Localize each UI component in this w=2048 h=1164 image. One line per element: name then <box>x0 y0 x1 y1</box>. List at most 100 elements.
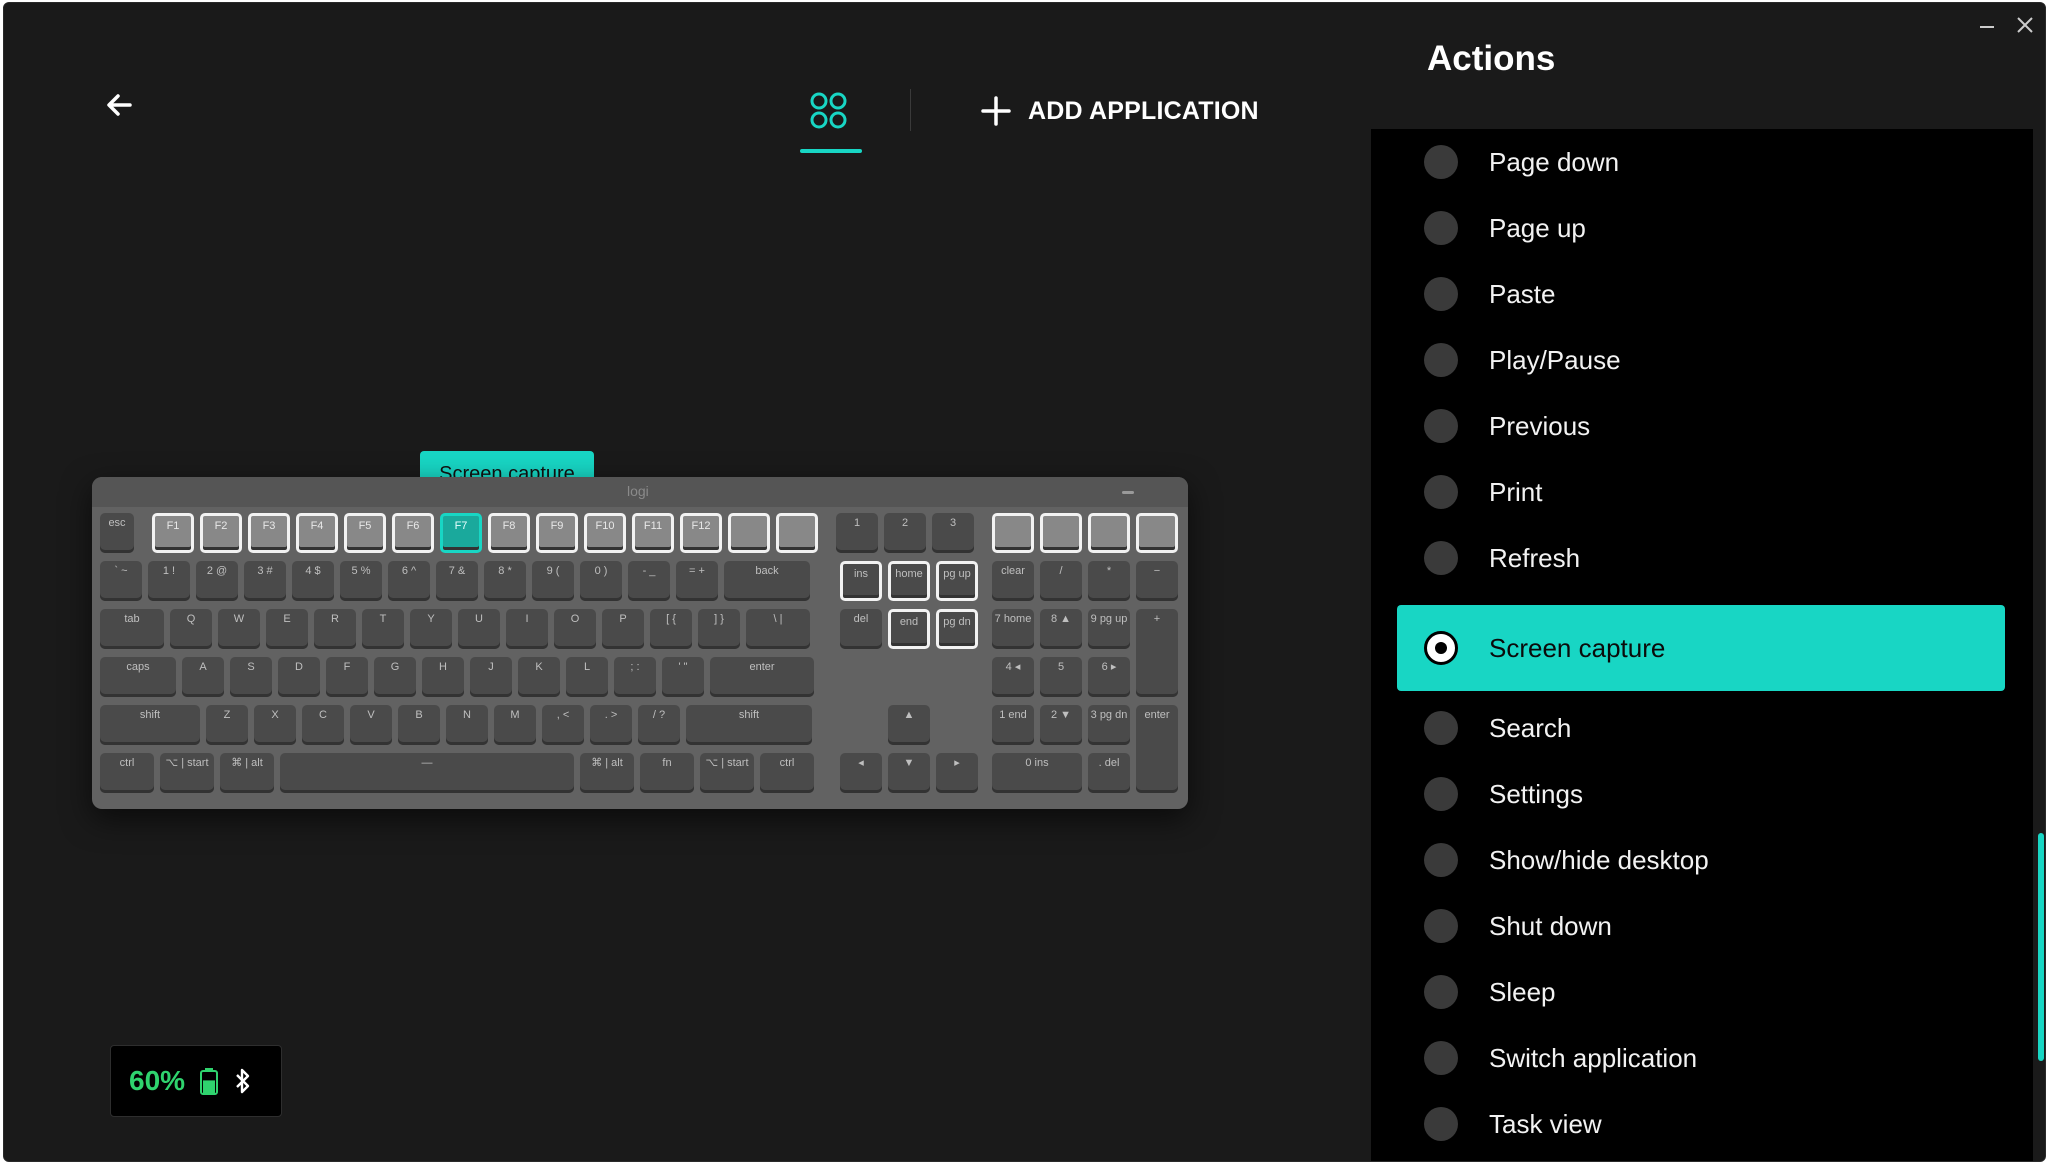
keyboard-key[interactable] <box>728 513 770 553</box>
keyboard-key[interactable]: end <box>888 609 930 649</box>
keyboard-key[interactable]: , < <box>542 705 584 745</box>
keyboard-key[interactable]: B <box>398 705 440 745</box>
action-item[interactable]: Settings <box>1371 761 2033 827</box>
keyboard-key[interactable]: esc <box>100 513 134 553</box>
radio-button[interactable] <box>1424 1041 1458 1075</box>
keyboard-key[interactable]: enter <box>1136 705 1178 793</box>
radio-button[interactable] <box>1424 277 1458 311</box>
keyboard-key[interactable]: ⌥ | start <box>160 753 214 793</box>
keyboard-key[interactable]: - _ <box>628 561 670 601</box>
keyboard-key[interactable]: ] } <box>698 609 740 649</box>
action-item[interactable]: Task view <box>1371 1091 2033 1157</box>
radio-button[interactable] <box>1424 909 1458 943</box>
keyboard-key[interactable]: Z <box>206 705 248 745</box>
keyboard-key[interactable]: ins <box>840 561 882 601</box>
keyboard-key[interactable]: pg dn <box>936 609 978 649</box>
back-button[interactable] <box>100 85 140 125</box>
keyboard-key[interactable]: ◂ <box>840 753 882 793</box>
keyboard-key[interactable]: ; : <box>614 657 656 697</box>
keyboard-key[interactable]: back <box>724 561 810 601</box>
keyboard-key[interactable]: R <box>314 609 356 649</box>
keyboard-key[interactable]: F9 <box>536 513 578 553</box>
keyboard-key[interactable] <box>1136 513 1178 553</box>
keyboard-key[interactable]: enter <box>710 657 814 697</box>
all-applications-tab[interactable] <box>800 91 862 153</box>
action-item[interactable]: Paste <box>1371 261 2033 327</box>
keyboard-key[interactable]: caps <box>100 657 176 697</box>
keyboard-key[interactable]: K <box>518 657 560 697</box>
keyboard-key[interactable]: ⌥ | start <box>700 753 754 793</box>
keyboard-key[interactable]: shift <box>100 705 200 745</box>
keyboard-key[interactable]: 1 <box>836 513 878 553</box>
keyboard-key[interactable]: 5 % <box>340 561 382 601</box>
keyboard-key[interactable]: J <box>470 657 512 697</box>
action-item[interactable]: Page down <box>1371 129 2033 195</box>
action-item[interactable]: Page up <box>1371 195 2033 261</box>
keyboard-key[interactable]: 9 ( <box>532 561 574 601</box>
keyboard-key[interactable]: 0 ) <box>580 561 622 601</box>
keyboard-key[interactable]: W <box>218 609 260 649</box>
keyboard-key[interactable]: X <box>254 705 296 745</box>
keyboard-key[interactable]: C <box>302 705 344 745</box>
keyboard-key[interactable]: M <box>494 705 536 745</box>
keyboard-key[interactable]: home <box>888 561 930 601</box>
keyboard-key[interactable]: 3 # <box>244 561 286 601</box>
keyboard-key[interactable]: 1 ! <box>148 561 190 601</box>
keyboard-key[interactable]: F6 <box>392 513 434 553</box>
keyboard-key[interactable]: / ? <box>638 705 680 745</box>
keyboard-key[interactable]: ` ~ <box>100 561 142 601</box>
keyboard-key[interactable]: G <box>374 657 416 697</box>
keyboard-key[interactable]: F11 <box>632 513 674 553</box>
keyboard-key[interactable]: tab <box>100 609 164 649</box>
actions-scrollbar[interactable] <box>2038 833 2044 1061</box>
keyboard-key[interactable]: + <box>1136 609 1178 697</box>
keyboard-key[interactable]: ▲ <box>888 705 930 745</box>
keyboard-key[interactable]: \ | <box>746 609 810 649</box>
action-item[interactable]: Shut down <box>1371 893 2033 959</box>
keyboard-key[interactable]: fn <box>640 753 694 793</box>
keyboard-key[interactable]: N <box>446 705 488 745</box>
keyboard-key[interactable]: S <box>230 657 272 697</box>
radio-button[interactable] <box>1424 145 1458 179</box>
keyboard-key[interactable]: T <box>362 609 404 649</box>
keyboard-key[interactable]: 9 pg up <box>1088 609 1130 649</box>
keyboard-key[interactable]: I <box>506 609 548 649</box>
keyboard-key[interactable]: D <box>278 657 320 697</box>
keyboard-key[interactable]: ' " <box>662 657 704 697</box>
radio-button[interactable] <box>1424 541 1458 575</box>
keyboard-key[interactable]: 6 ^ <box>388 561 430 601</box>
radio-button[interactable] <box>1424 343 1458 377</box>
keyboard-key[interactable]: 4 ◂ <box>992 657 1034 697</box>
keyboard-key[interactable]: P <box>602 609 644 649</box>
keyboard-key[interactable] <box>1088 513 1130 553</box>
action-item-selected[interactable]: Screen capture <box>1397 605 2005 691</box>
keyboard-key[interactable]: 3 pg dn <box>1088 705 1130 745</box>
keyboard-key[interactable]: ▸ <box>936 753 978 793</box>
keyboard-key[interactable]: V <box>350 705 392 745</box>
keyboard-key[interactable]: 2 <box>884 513 926 553</box>
keyboard-key[interactable]: − <box>1136 561 1178 601</box>
keyboard-key[interactable] <box>992 513 1034 553</box>
keyboard-key[interactable]: 5 <box>1040 657 1082 697</box>
add-application-button[interactable]: ADD APPLICATION <box>980 91 1259 131</box>
keyboard-key[interactable]: 6 ▸ <box>1088 657 1130 697</box>
keyboard-key[interactable]: 2 @ <box>196 561 238 601</box>
keyboard-key[interactable]: L <box>566 657 608 697</box>
keyboard-key[interactable]: = + <box>676 561 718 601</box>
keyboard-key[interactable] <box>1040 513 1082 553</box>
keyboard-key[interactable]: Y <box>410 609 452 649</box>
minimize-button[interactable] <box>1975 13 1999 37</box>
keyboard-key[interactable]: F10 <box>584 513 626 553</box>
action-item[interactable]: Previous <box>1371 393 2033 459</box>
keyboard-key[interactable]: Q <box>170 609 212 649</box>
action-item[interactable]: Print <box>1371 459 2033 525</box>
keyboard-key[interactable]: 7 home <box>992 609 1034 649</box>
keyboard-key[interactable]: H <box>422 657 464 697</box>
keyboard-key[interactable]: F12 <box>680 513 722 553</box>
keyboard-key[interactable]: 4 $ <box>292 561 334 601</box>
keyboard-key[interactable]: F8 <box>488 513 530 553</box>
keyboard-key[interactable]: clear <box>992 561 1034 601</box>
keyboard-key[interactable]: U <box>458 609 500 649</box>
radio-button[interactable] <box>1424 843 1458 877</box>
keyboard-key[interactable]: ctrl <box>100 753 154 793</box>
